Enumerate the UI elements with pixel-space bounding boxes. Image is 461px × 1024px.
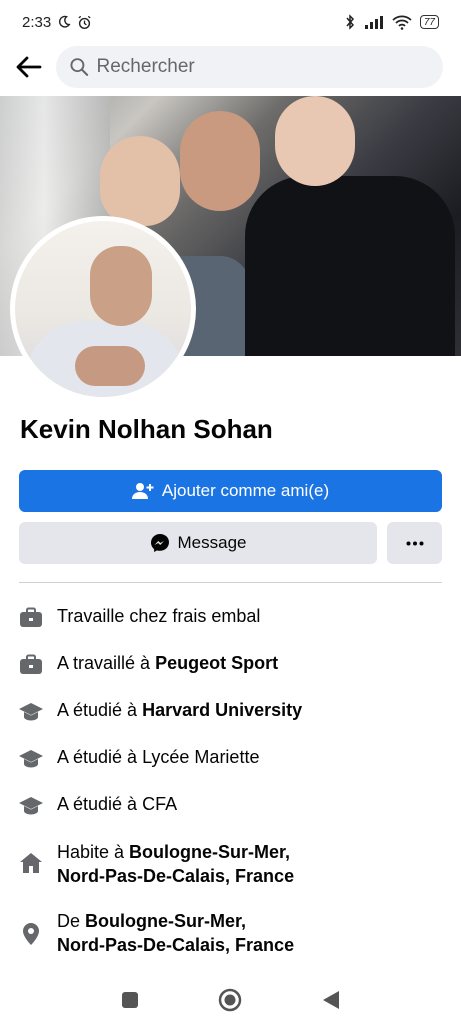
battery-level: 77 [423,16,435,28]
alarm-icon [78,15,91,29]
more-dots-icon [406,541,423,545]
add-friend-button[interactable]: Ajouter comme ami(e) [19,470,442,512]
more-button[interactable] [387,522,442,564]
message-label: Message [177,533,247,552]
search-icon [70,58,89,76]
graduation-cap-icon [18,746,44,772]
city-link[interactable]: Boulogne-Sur-Mer, [129,842,290,862]
info-text: A travaillé à Peugeot Sport [57,653,279,673]
search-bar[interactable] [56,46,443,88]
info-text: A étudié à Harvard University [57,700,303,720]
status-time: 2:33 [22,13,52,31]
hometown-region-link[interactable]: Nord-Pas-De-Calais, France [57,935,294,955]
bluetooth-icon [346,14,354,30]
back-nav-button[interactable] [311,980,351,1020]
info-text: Habite à Boulogne-Sur-Mer, Nord-Pas-De-Ca… [57,842,295,886]
status-left: 2:33 [22,14,92,31]
moon-icon [59,15,71,28]
info-text: Travaille chez frais embal [57,606,261,626]
graduation-cap-icon [18,699,44,725]
recents-button[interactable] [110,980,150,1020]
home-circle-icon [219,988,242,1012]
home-button[interactable] [210,980,250,1020]
user-plus-icon [131,483,154,499]
message-button[interactable]: Message [19,522,377,564]
location-pin-icon [18,921,44,947]
info-text: A étudié à Lycée Mariette [57,747,260,767]
avatar-image [15,221,191,397]
search-header [0,44,461,90]
hometown-link[interactable]: Boulogne-Sur-Mer, [85,911,246,931]
arrow-left-icon [16,56,42,78]
info-text: A étudié à CFA [57,794,178,814]
profile-avatar[interactable] [10,216,196,402]
region-link[interactable]: Nord-Pas-De-Calais, France [57,866,294,886]
status-right: 77 [345,14,439,30]
back-triangle-icon [322,991,339,1009]
home-icon [18,850,44,876]
school-link[interactable]: Harvard University [142,700,302,720]
status-bar: 2:33 77 [0,0,461,44]
profile-name: Kevin Nolhan Sohan [20,414,273,444]
recents-icon [122,992,139,1008]
briefcase-icon [18,652,44,678]
divider [19,582,442,583]
add-friend-label: Ajouter comme ami(e) [161,481,330,500]
system-nav-bar [0,976,461,1024]
back-button[interactable] [14,52,44,82]
briefcase-icon [18,605,44,631]
info-text: De Boulogne-Sur-Mer, Nord-Pas-De-Calais, … [57,911,295,955]
battery-indicator: 77 [419,15,439,29]
graduation-cap-icon [18,793,44,819]
employer-link[interactable]: Peugeot Sport [155,653,278,673]
search-input[interactable] [96,56,429,78]
signal-icon [364,16,383,29]
wifi-icon [392,15,412,30]
messenger-icon [150,534,169,552]
